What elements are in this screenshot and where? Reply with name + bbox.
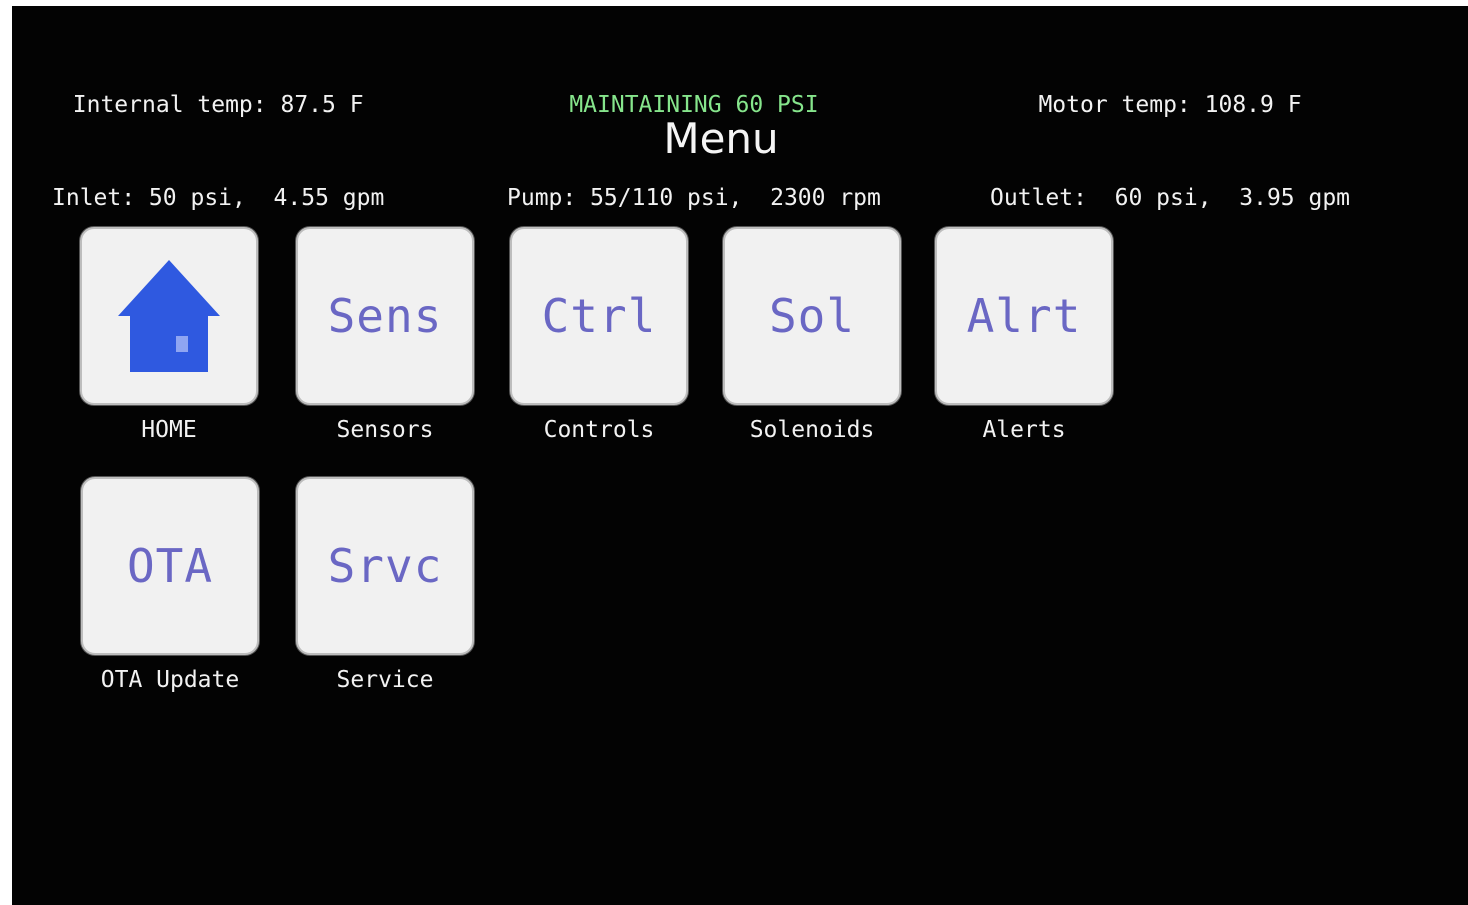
solenoids-label: Solenoids	[749, 417, 875, 443]
service-tile-text: Srvc	[327, 539, 443, 593]
menu-item-controls[interactable]: Ctrl Controls	[509, 227, 689, 445]
pump-readout: Pump: 55/110 psi, 2300 rpm	[507, 185, 881, 211]
menu-item-service[interactable]: Srvc Service	[295, 477, 475, 695]
outlet-readout: Outlet: 60 psi, 3.95 gpm	[990, 185, 1351, 211]
ota-update-label: OTA Update	[100, 667, 240, 693]
alerts-button[interactable]: Alrt	[935, 227, 1113, 405]
home-label: HOME	[141, 417, 197, 443]
alerts-tile-text: Alrt	[966, 289, 1082, 343]
controls-button[interactable]: Ctrl	[510, 227, 688, 405]
ota-update-button[interactable]: OTA	[81, 477, 259, 655]
menu-item-alerts[interactable]: Alrt Alerts	[934, 227, 1114, 445]
alerts-label: Alerts	[982, 417, 1066, 443]
service-button[interactable]: Srvc	[296, 477, 474, 655]
menu-item-solenoids[interactable]: Sol Solenoids	[722, 227, 902, 445]
controls-label: Controls	[543, 417, 655, 443]
sensors-button[interactable]: Sens	[296, 227, 474, 405]
controls-tile-text: Ctrl	[541, 289, 657, 343]
home-button[interactable]	[80, 227, 258, 405]
device-screen: Internal temp: 87.5 F Inlet: 50 psi, 4.5…	[12, 6, 1468, 905]
sensors-label: Sensors	[336, 417, 434, 443]
service-label: Service	[336, 667, 434, 693]
sensors-tile-text: Sens	[327, 289, 443, 343]
page-title: Menu	[663, 114, 779, 163]
menu-item-ota-update[interactable]: OTA OTA Update	[80, 477, 260, 695]
menu-item-sensors[interactable]: Sens Sensors	[295, 227, 475, 445]
solenoids-button[interactable]: Sol	[723, 227, 901, 405]
inlet-readout: Inlet: 50 psi, 4.55 gpm	[52, 185, 385, 211]
ota-tile-text: OTA	[126, 539, 214, 593]
menu-item-home[interactable]: HOME	[79, 227, 259, 445]
solenoids-tile-text: Sol	[768, 289, 856, 343]
house-icon	[118, 260, 220, 372]
